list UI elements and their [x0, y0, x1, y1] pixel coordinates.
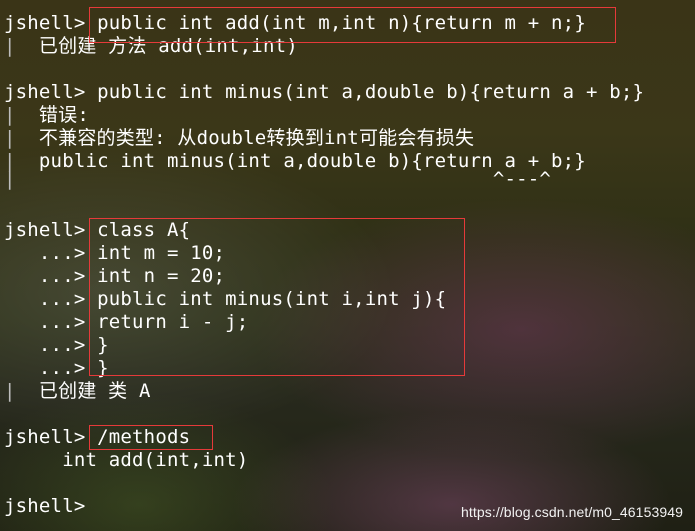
continuation-prompt: ...> [4, 334, 86, 356]
output-text: 已创建 类 A [15, 380, 151, 402]
error-message: 不兼容的类型: 从double转换到int可能会有损失 [15, 127, 475, 149]
continuation-prompt: ...> [4, 265, 86, 287]
output-pipe: | [4, 127, 16, 149]
terminal-line: | 错误: [4, 104, 89, 127]
highlight-box-methods-command [89, 425, 213, 450]
highlight-box-add-method [89, 7, 616, 43]
error-caret-marker: ^---^ [15, 168, 552, 190]
output-pipe: | [4, 104, 16, 126]
error-label: 错误: [15, 104, 89, 126]
terminal-line: | 已创建 类 A [4, 380, 151, 403]
jshell-prompt: jshell> [4, 12, 86, 34]
highlight-box-class-a [89, 218, 465, 376]
continuation-prompt: ...> [4, 311, 86, 333]
terminal-line: jshell> [4, 495, 85, 518]
output-pipe: | [4, 35, 16, 57]
terminal-line: | ^---^ [4, 168, 551, 191]
output-pipe: | [4, 168, 16, 190]
output-text: int add(int,int) [15, 449, 249, 471]
jshell-prompt: jshell> [4, 495, 86, 517]
jshell-prompt: jshell> [4, 426, 86, 448]
output-pipe: | [4, 380, 16, 402]
output-pipe: | [4, 449, 16, 471]
jshell-prompt: jshell> [4, 219, 86, 241]
terminal-line: jshell> public int minus(int a,double b)… [4, 81, 644, 104]
jshell-prompt: jshell> [4, 81, 86, 103]
continuation-prompt: ...> [4, 288, 86, 310]
watermark-url: https://blog.csdn.net/m0_46153949 [460, 504, 683, 520]
terminal-line: | int add(int,int) [4, 449, 248, 472]
continuation-prompt: ...> [4, 242, 86, 264]
continuation-prompt: ...> [4, 357, 86, 379]
terminal-line: | 不兼容的类型: 从double转换到int可能会有损失 [4, 127, 474, 150]
command-text: public int minus(int a,double b){return … [85, 81, 645, 103]
